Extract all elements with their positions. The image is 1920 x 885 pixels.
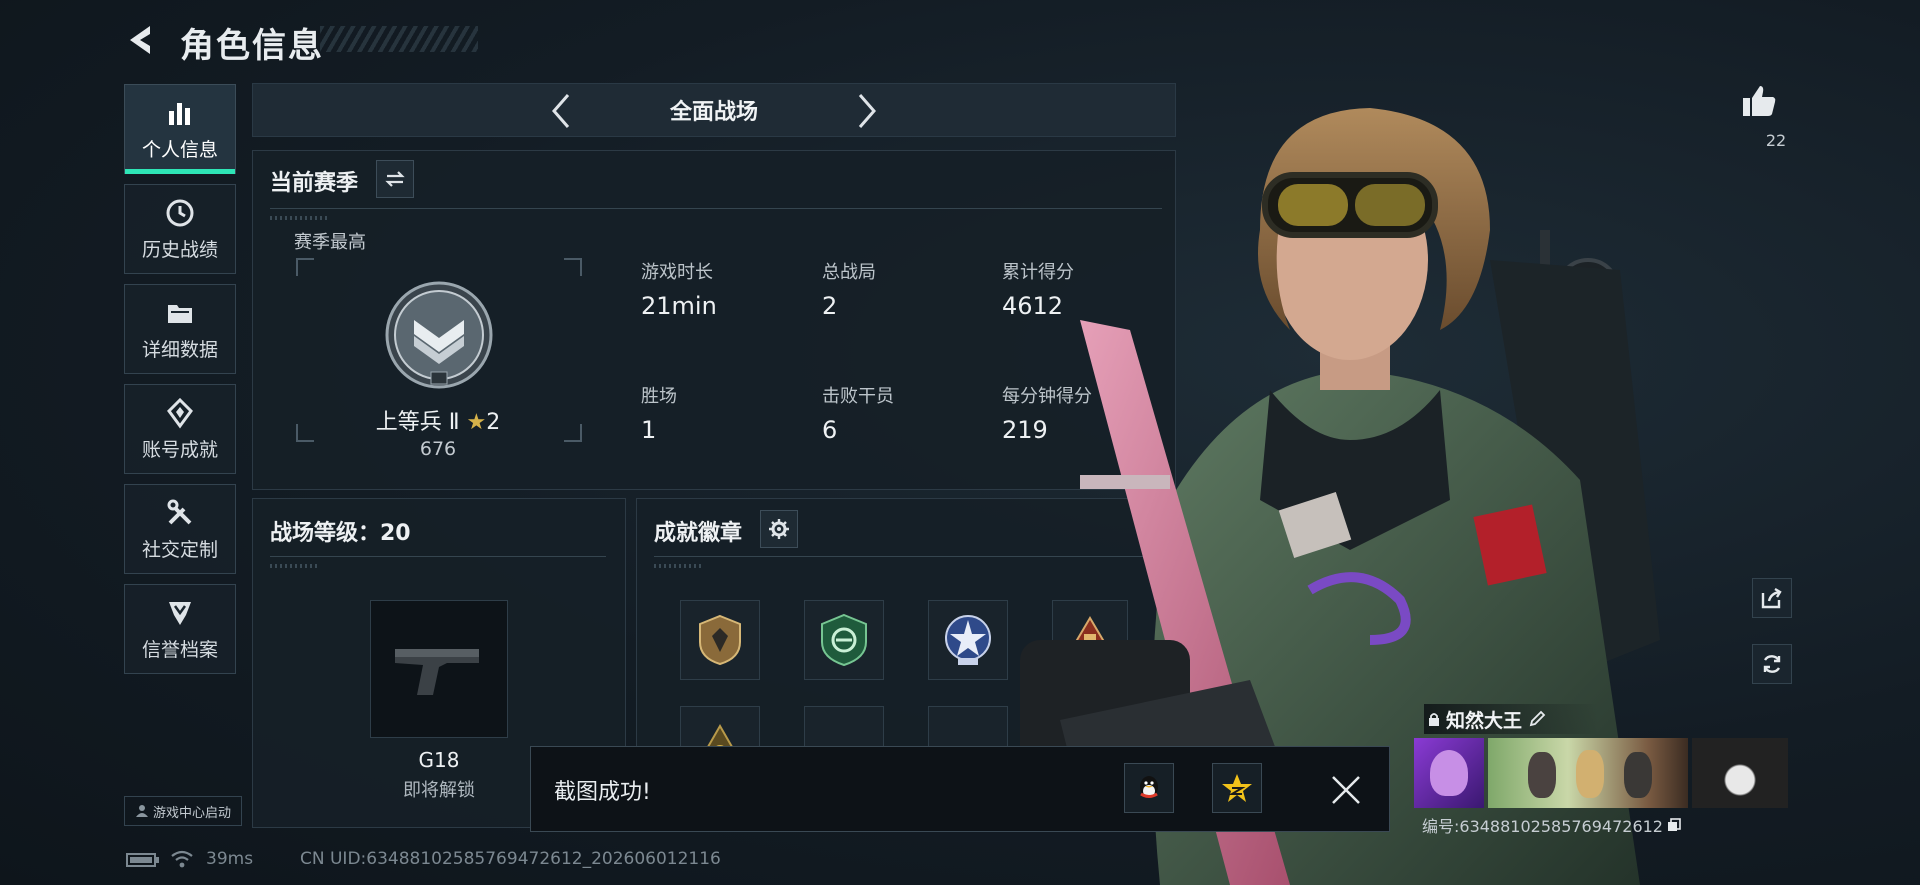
stat-label-kills: 击败干员 [822,386,894,407]
achievement-badge[interactable] [928,600,1008,680]
battlefield-level-title: 战场等级：20 [270,521,411,546]
rank-name: 上等兵 Ⅱ [375,410,460,435]
nav-achievements[interactable]: 账号成就 [124,384,236,474]
back-arrow-icon[interactable] [124,22,160,58]
stat-value-wins: 1 [641,416,657,444]
season-title: 当前赛季 [270,171,359,196]
tools-icon [167,499,192,524]
achievements-title: 成就徽章 [654,521,743,546]
nav-label: 详细数据 [141,338,218,361]
weapon-card[interactable] [370,600,508,738]
nav-label: 历史战绩 [141,238,218,261]
refresh-button[interactable] [1752,644,1792,684]
shield-icon [169,601,191,625]
nav-label: 账号成就 [141,438,218,461]
weapon-status: 即将解锁 [403,780,475,801]
toast-message: 截图成功! [554,780,651,805]
player-id-row: 编号:6348810258576947261​2 [1422,813,1681,837]
swap-icon [385,171,405,187]
qq-penguin-icon [1140,776,1158,798]
qzone-star-icon [1222,774,1252,802]
player-id: 编号:6348810258576947261​2 [1422,817,1663,836]
achievement-settings-button[interactable] [760,510,798,548]
game-center-button[interactable]: 游戏中心启动 [124,796,242,826]
stat-label-playtime: 游戏时长 [641,262,713,283]
edit-icon[interactable] [1528,710,1546,728]
like-count: 22 [1765,131,1787,150]
green-crest-icon [821,613,867,667]
bar-chart-icon [169,102,190,125]
nav-social-custom[interactable]: 社交定制 [124,484,236,574]
rank-emblem-icon [385,281,493,389]
rank-stars: 2 [486,410,501,435]
clock-icon [166,199,194,226]
hatch-decoration [654,564,704,568]
frame-corner [564,258,582,276]
player-name: 知然大王 [1446,709,1523,732]
shield-badge-icon [699,614,741,666]
profile-banner[interactable] [1414,738,1790,808]
medal-icon [167,397,193,429]
copy-icon[interactable] [1667,818,1681,832]
chevron-right-icon[interactable] [850,91,882,131]
banner-portal-image [1692,738,1788,808]
stat-value-total-matches: 2 [822,292,838,320]
share-icon [1761,587,1782,609]
season-highest-label: 赛季最高 [294,232,366,253]
player-name-row: 知然大王 [1424,704,1598,734]
achievement-badge[interactable] [804,600,884,680]
mode-title: 全面战场 [669,100,758,125]
switch-season-button[interactable] [376,160,414,198]
thumbs-up-icon[interactable] [1740,82,1778,120]
page-title: 角色信息 [180,26,324,66]
rank-label: 上等兵 Ⅱ ★2 [300,404,576,436]
rank-points: 676 [419,438,457,460]
frame-corner [296,258,314,276]
share-button[interactable] [1752,578,1792,618]
hatch-decoration [270,564,320,568]
gear-icon [769,519,789,539]
close-icon[interactable] [1330,774,1362,806]
nav-history[interactable]: 历史战绩 [124,184,236,274]
avatar[interactable] [1414,738,1484,808]
game-center-label: 游戏中心启动 [152,805,231,821]
divider [270,556,606,557]
star-emblem-icon [945,615,991,665]
wifi-icon [171,850,193,868]
star-icon: ★ [466,410,487,435]
ping-value: 39ms [206,849,254,869]
hatch-decoration [270,216,330,220]
nav-credit-record[interactable]: 信誉档案 [124,584,236,674]
uid-text: CN UID:6348810258576947261​2_20260601211… [300,849,721,869]
share-qzone-button[interactable] [1212,763,1262,813]
share-qq-button[interactable] [1124,763,1174,813]
stat-label-total-matches: 总战局 [822,262,876,283]
banner-image [1488,738,1688,808]
battery-icon [126,853,159,867]
user-icon [135,805,148,817]
lock-icon [1429,713,1439,726]
pistol-icon [395,649,479,695]
achievement-badge[interactable] [680,600,760,680]
nav-label: 个人信息 [141,138,218,161]
nav-detailed-data[interactable]: 详细数据 [124,284,236,374]
stat-value-playtime: 21min [641,292,717,320]
nav-label: 信誉档案 [141,638,218,661]
title-decoration [320,26,478,52]
folder-icon [168,304,192,323]
stat-value-kills: 6 [822,416,838,444]
stat-label-wins: 胜场 [641,386,677,407]
nav-label: 社交定制 [141,538,218,561]
chevron-left-icon[interactable] [546,91,578,131]
refresh-icon [1763,655,1781,673]
nav-personal-info[interactable]: 个人信息 [124,84,236,174]
weapon-name: G18 [418,748,460,772]
